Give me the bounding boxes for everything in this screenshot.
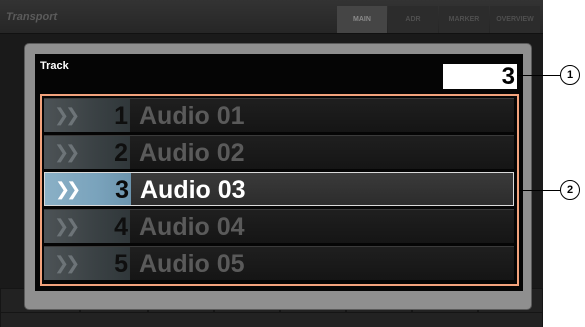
- track-list: ❯❯ 1 Audio 01 ❯❯ 2 Audio 02 ❯❯ 3 Audio 0…: [44, 98, 514, 283]
- track-number: 1: [114, 102, 128, 130]
- double-chevron-right-icon: ❯❯: [55, 179, 81, 199]
- track-name: Audio 03: [140, 176, 246, 204]
- track-name: Audio 02: [139, 139, 245, 167]
- tab-marker[interactable]: MARKER: [439, 6, 489, 33]
- app-title: Transport: [6, 11, 58, 23]
- double-chevron-right-icon: ❯❯: [54, 142, 80, 162]
- track-name: Audio 01: [139, 102, 245, 130]
- double-chevron-right-icon: ❯❯: [54, 105, 80, 125]
- tab-bar: MAIN ADR MARKER OVERVIEW: [337, 6, 541, 33]
- track-number-display: 3: [443, 64, 517, 90]
- callout-number: 2: [560, 180, 580, 200]
- track-number: 4: [114, 213, 128, 241]
- tab-main[interactable]: MAIN: [337, 6, 387, 33]
- double-chevron-right-icon: ❯❯: [54, 253, 80, 273]
- track-number: 5: [114, 250, 128, 278]
- tab-adr[interactable]: ADR: [388, 6, 438, 33]
- track-row[interactable]: ❯❯ 4 Audio 04: [44, 209, 514, 243]
- background-row: [0, 312, 543, 327]
- callout-leader-line: [519, 190, 562, 191]
- tab-overview[interactable]: OVERVIEW: [490, 6, 540, 33]
- callout-leader-line: [517, 75, 562, 76]
- top-bar: Transport MAIN ADR MARKER OVERVIEW: [0, 0, 543, 34]
- track-row[interactable]: ❯❯ 5 Audio 05: [44, 246, 514, 280]
- callout-number: 1: [560, 65, 580, 85]
- track-number: 3: [115, 176, 129, 204]
- track-row-selected[interactable]: ❯❯ 3 Audio 03: [44, 172, 514, 206]
- track-row[interactable]: ❯❯ 1 Audio 01: [44, 98, 514, 132]
- track-label: Track: [40, 60, 69, 72]
- double-chevron-right-icon: ❯❯: [54, 216, 80, 236]
- track-name: Audio 05: [139, 250, 245, 278]
- track-name: Audio 04: [139, 213, 245, 241]
- track-number: 2: [114, 139, 128, 167]
- track-row[interactable]: ❯❯ 2 Audio 02: [44, 135, 514, 169]
